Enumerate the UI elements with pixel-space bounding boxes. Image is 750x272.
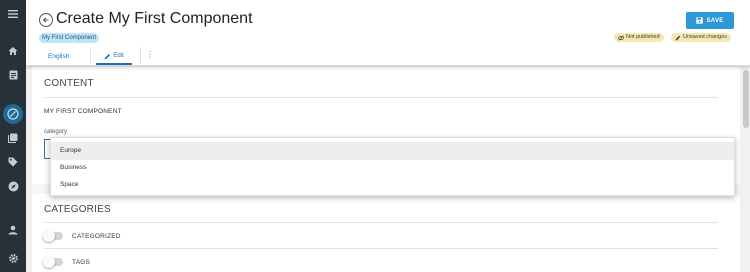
tab-divider <box>140 47 141 64</box>
tab-divider <box>90 47 91 64</box>
document-icon[interactable] <box>0 65 26 85</box>
arrow-left-icon <box>42 17 49 23</box>
field-label: MY FIRST COMPONENT <box>44 108 122 115</box>
save-button-label: SAVE <box>706 17 724 24</box>
status-badge-unsaved: Unsaved changes <box>671 33 732 42</box>
scrollbar-thumb[interactable] <box>743 70 749 128</box>
dropdown-option[interactable]: Europe <box>51 142 734 160</box>
left-sidebar <box>0 0 26 272</box>
tab-edit[interactable]: Edit <box>96 46 132 65</box>
tag-icon[interactable] <box>0 152 26 172</box>
save-icon <box>696 17 704 24</box>
categorized-toggle[interactable] <box>43 230 63 242</box>
dropdown-option[interactable]: Business <box>51 159 734 177</box>
app-root: Create My First Component My First Compo… <box>0 0 750 272</box>
dropdown-option[interactable]: Space <box>51 176 734 194</box>
home-icon[interactable] <box>0 41 26 61</box>
section-title-content: CONTENT <box>44 78 94 89</box>
toggle-label: TAGS <box>72 258 91 266</box>
tab-language[interactable]: English <box>48 53 69 60</box>
pencil-icon <box>675 35 681 40</box>
editor-header: Create My First Component My First Compo… <box>26 0 750 66</box>
page-title: Create My First Component <box>56 10 253 27</box>
status-not-published-label: Not published <box>626 34 660 40</box>
component-icon[interactable] <box>3 104 23 124</box>
component-name-chip: My First Component <box>39 33 100 43</box>
toggle-row-tags: TAGS <box>43 255 91 269</box>
status-badge-not-published: Not published <box>614 33 664 42</box>
toggle-knob <box>43 256 55 268</box>
category-dropdown-menu: Europe Business Space <box>50 137 735 196</box>
library-icon[interactable] <box>0 128 26 148</box>
divider <box>44 248 718 249</box>
toggle-label: CATEGORIZED <box>72 232 121 240</box>
divider <box>44 97 718 98</box>
toggle-knob <box>43 230 55 242</box>
user-icon[interactable] <box>0 220 26 240</box>
save-button[interactable]: SAVE <box>686 12 734 29</box>
toggle-row-categorized: CATEGORIZED <box>43 229 121 243</box>
tags-toggle[interactable] <box>43 256 63 268</box>
eye-off-icon <box>618 34 624 41</box>
back-button[interactable] <box>39 13 53 27</box>
settings-icon[interactable] <box>0 248 26 268</box>
compass-icon[interactable] <box>0 176 26 196</box>
more-options-icon[interactable]: ⋮ <box>146 50 154 59</box>
category-label: category <box>44 129 68 135</box>
menu-icon[interactable] <box>0 4 26 24</box>
divider <box>44 222 718 223</box>
pencil-icon <box>104 53 111 59</box>
section-title-categories: CATEGORIES <box>44 204 111 215</box>
tab-edit-label: Edit <box>113 53 124 59</box>
status-unsaved-label: Unsaved changes <box>683 34 728 40</box>
